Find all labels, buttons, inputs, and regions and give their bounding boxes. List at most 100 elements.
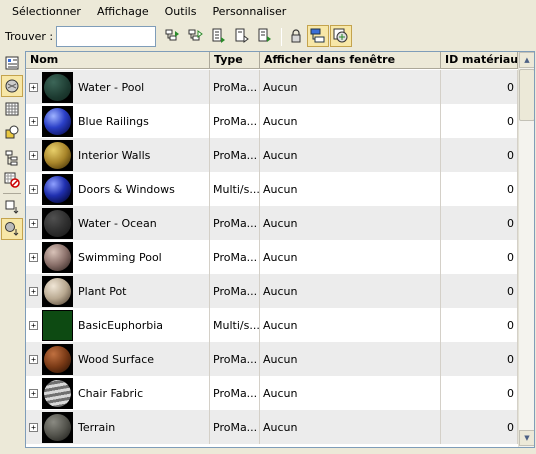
material-name: BasicEuphorbia — [78, 318, 164, 332]
table-row[interactable]: + Wood Surface ProMa... Aucun 0 — [26, 342, 518, 376]
material-name: Chair Fabric — [78, 386, 144, 400]
select-none-icon[interactable] — [185, 25, 207, 47]
find-label: Trouver : — [5, 30, 54, 43]
column-header-material-id[interactable]: ID matériau — [441, 52, 518, 69]
table-row[interactable]: + Water - Pool ProMa... Aucun 0 — [26, 70, 518, 104]
sort-by-material-icon[interactable] — [1, 218, 23, 240]
table-row[interactable]: + Plant Pot ProMa... Aucun 0 — [26, 274, 518, 308]
material-swatch-icon — [42, 207, 73, 239]
material-swatch-icon — [42, 173, 73, 205]
material-viewport-display: Aucun — [260, 376, 441, 410]
material-type: ProMa... — [210, 376, 260, 410]
expand-icon[interactable]: + — [29, 82, 38, 92]
expand-icon[interactable]: + — [29, 388, 38, 398]
material-viewport-display: Aucun — [260, 240, 441, 274]
column-header-name[interactable]: Nom — [26, 52, 210, 69]
scroll-down-icon[interactable]: ▼ — [519, 430, 534, 446]
material-viewport-display: Aucun — [260, 104, 441, 138]
material-id: 0 — [441, 342, 518, 376]
menu-customize[interactable]: Personnaliser — [204, 2, 294, 22]
scroll-up-icon[interactable]: ▲ — [519, 52, 534, 68]
material-swatch-icon — [42, 377, 73, 409]
table-row[interactable]: + Swimming Pool ProMa... Aucun 0 — [26, 240, 518, 274]
material-type: ProMa... — [210, 410, 260, 444]
material-swatch-icon — [42, 275, 73, 307]
toolbar-separator — [281, 28, 282, 46]
sort-by-object-icon[interactable] — [1, 196, 23, 218]
material-id: 0 — [441, 240, 518, 274]
material-viewport-display: Aucun — [260, 410, 441, 444]
material-viewport-display: Aucun — [260, 172, 441, 206]
table-row[interactable]: + Terrain ProMa... Aucun 0 — [26, 410, 518, 444]
material-name: Water - Ocean — [78, 216, 157, 230]
expand-icon[interactable]: + — [29, 150, 38, 160]
expand-icon[interactable]: + — [29, 252, 38, 262]
expand-icon[interactable]: + — [29, 218, 38, 228]
find-toolbar: Trouver : — [0, 24, 536, 50]
material-type: ProMa... — [210, 206, 260, 240]
material-type: ProMa... — [210, 104, 260, 138]
material-table: Nom Type Afficher dans fenêtre ID matéri… — [25, 51, 535, 448]
material-swatch-icon — [42, 71, 73, 103]
expand-icon[interactable]: + — [29, 422, 38, 432]
table-row[interactable]: + Water - Ocean ProMa... Aucun 0 — [26, 206, 518, 240]
hierarchy-icon[interactable] — [1, 147, 23, 169]
left-toolbar — [0, 50, 25, 454]
vertical-scrollbar[interactable]: ▲ ▼ — [518, 52, 534, 447]
material-name: Plant Pot — [78, 284, 127, 298]
table-row[interactable]: + Chair Fabric ProMa... Aucun 0 — [26, 376, 518, 410]
sync-selection-icon[interactable] — [330, 25, 352, 47]
menu-display[interactable]: Affichage — [89, 2, 157, 22]
display-maps-icon[interactable] — [1, 98, 23, 120]
material-name: Interior Walls — [78, 148, 151, 162]
material-name: Terrain — [78, 420, 116, 434]
select-dependents-icon[interactable] — [254, 25, 276, 47]
material-swatch-icon — [42, 309, 73, 341]
expand-icon[interactable]: + — [29, 320, 38, 330]
no-material-icon[interactable] — [1, 169, 23, 191]
lock-icon[interactable] — [285, 25, 307, 47]
column-header-type[interactable]: Type — [210, 52, 260, 69]
material-id: 0 — [441, 172, 518, 206]
material-type: ProMa... — [210, 70, 260, 104]
material-viewport-display: Aucun — [260, 206, 441, 240]
display-objects-icon[interactable] — [1, 121, 23, 143]
material-viewport-display: Aucun — [260, 138, 441, 172]
material-type: ProMa... — [210, 274, 260, 308]
display-materials-icon[interactable] — [1, 75, 23, 97]
expand-icon[interactable]: + — [29, 354, 38, 364]
invert-selection-icon[interactable] — [208, 25, 230, 47]
table-header: Nom Type Afficher dans fenêtre ID matéri… — [26, 52, 518, 69]
menu-tools[interactable]: Outils — [157, 2, 205, 22]
material-type: Multi/s... — [210, 172, 260, 206]
column-header-display[interactable]: Afficher dans fenêtre — [260, 52, 441, 69]
material-viewport-display: Aucun — [260, 274, 441, 308]
material-type: ProMa... — [210, 342, 260, 376]
material-name: Doors & Windows — [78, 182, 175, 196]
material-swatch-icon — [42, 105, 73, 137]
material-name: Water - Pool — [78, 80, 145, 94]
select-all-icon[interactable] — [162, 25, 184, 47]
table-row[interactable]: + Interior Walls ProMa... Aucun 0 — [26, 138, 518, 172]
material-viewport-display: Aucun — [260, 70, 441, 104]
expand-icon[interactable]: + — [29, 286, 38, 296]
select-children-icon[interactable] — [231, 25, 253, 47]
material-name: Wood Surface — [78, 352, 155, 366]
table-body: + Water - Pool ProMa... Aucun 0 + Blue Rai… — [26, 70, 518, 444]
table-row[interactable]: + BasicEuphorbia Multi/s... Aucun 0 — [26, 308, 518, 342]
find-input[interactable] — [56, 26, 156, 47]
expand-icon[interactable]: + — [29, 116, 38, 126]
table-row[interactable]: + Doors & Windows Multi/s... Aucun 0 — [26, 172, 518, 206]
material-id: 0 — [441, 70, 518, 104]
table-row[interactable]: + Blue Railings ProMa... Aucun 0 — [26, 104, 518, 138]
material-type: Multi/s... — [210, 308, 260, 342]
display-children-icon[interactable] — [307, 25, 329, 47]
material-id: 0 — [441, 274, 518, 308]
material-type: ProMa... — [210, 240, 260, 274]
scroll-thumb[interactable] — [519, 69, 534, 121]
display-geometry-icon[interactable] — [1, 52, 23, 74]
expand-icon[interactable]: + — [29, 184, 38, 194]
material-viewport-display: Aucun — [260, 308, 441, 342]
material-id: 0 — [441, 206, 518, 240]
menu-select[interactable]: Sélectionner — [4, 2, 89, 22]
